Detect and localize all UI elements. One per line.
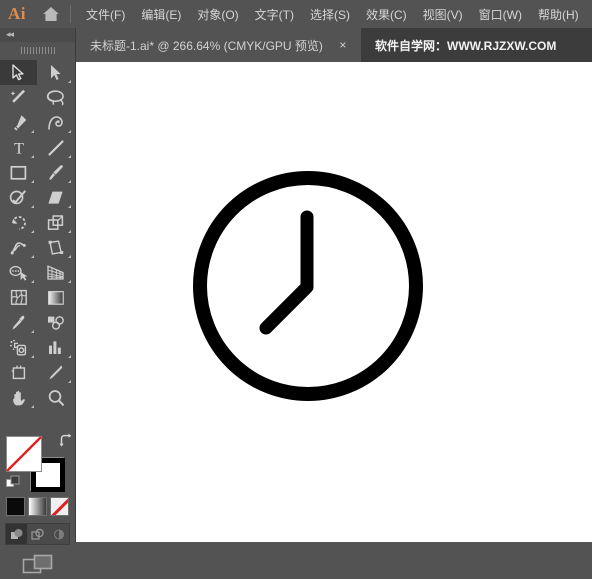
pen-tool[interactable] — [0, 110, 37, 135]
tool-flyout-indicator — [68, 205, 71, 208]
color-controls — [0, 433, 75, 574]
width-tool[interactable] — [0, 235, 37, 260]
menu-effect[interactable]: 效果(C) — [358, 3, 415, 26]
free-transform-tool[interactable] — [37, 235, 74, 260]
hand-tool[interactable] — [0, 385, 37, 410]
color-mode-swatch[interactable] — [6, 497, 25, 516]
tool-flyout-indicator — [68, 180, 71, 183]
eraser-tool[interactable] — [37, 185, 74, 210]
app-logo: Ai — [8, 4, 26, 23]
draw-inside-mode[interactable] — [48, 524, 69, 544]
eyedropper-tool[interactable] — [0, 310, 37, 335]
home-icon[interactable] — [34, 0, 68, 28]
tool-flyout-indicator — [68, 155, 71, 158]
document-tab-title: 未标题-1.ai* @ 266.64% (CMYK/GPU 预览) — [90, 38, 323, 53]
column-graph-tool[interactable] — [37, 335, 74, 360]
shaper-tool[interactable] — [0, 185, 37, 210]
canvas-area[interactable] — [76, 62, 592, 542]
tool-flyout-indicator — [31, 180, 34, 183]
tool-flyout-indicator — [68, 255, 71, 258]
menu-type[interactable]: 文字(T) — [247, 3, 302, 26]
menu-window[interactable]: 窗口(W) — [471, 3, 530, 26]
none-mode-swatch[interactable] — [50, 497, 69, 516]
rectangle-tool[interactable] — [0, 160, 37, 185]
shape-builder-tool[interactable] — [0, 260, 37, 285]
tool-flyout-indicator — [68, 355, 71, 358]
gradient-mode-swatch[interactable] — [28, 497, 47, 516]
line-segment-tool[interactable] — [37, 135, 74, 160]
tool-flyout-indicator — [31, 205, 34, 208]
watermark-text: 软件自学网：WWW.RJZXW.COM — [375, 38, 557, 53]
fill-swatch[interactable] — [6, 436, 42, 472]
mesh-tool[interactable] — [0, 285, 37, 310]
default-fill-stroke-icon[interactable] — [6, 475, 20, 489]
fill-stroke-controls — [6, 433, 74, 492]
selection-tool[interactable] — [0, 60, 37, 85]
tool-flyout-indicator — [31, 230, 34, 233]
swap-fill-stroke-icon[interactable] — [58, 433, 74, 449]
type-tool[interactable]: T — [0, 135, 37, 160]
artboard-tool[interactable] — [0, 360, 37, 385]
tool-flyout-indicator — [31, 330, 34, 333]
draw-normal-mode[interactable] — [6, 524, 27, 544]
draw-behind-mode[interactable] — [27, 524, 48, 544]
menu-divider — [70, 5, 71, 23]
close-icon[interactable]: × — [337, 39, 349, 51]
menu-bar: Ai 文件(F) 编辑(E) 对象(O) 文字(T) 选择(S) 效果(C) 视… — [0, 0, 592, 28]
tool-flyout-indicator — [31, 405, 34, 408]
tool-flyout-indicator — [31, 280, 34, 283]
tool-flyout-indicator — [31, 155, 34, 158]
menu-edit[interactable]: 编辑(E) — [133, 3, 189, 26]
tool-flyout-indicator — [68, 230, 71, 233]
tool-grid: T — [0, 60, 75, 410]
slice-tool[interactable] — [37, 360, 74, 385]
svg-text:T: T — [14, 141, 24, 157]
gradient-tool[interactable] — [37, 285, 74, 310]
collapse-panel-icon[interactable]: ◂◂ — [6, 30, 14, 39]
perspective-grid-tool[interactable] — [37, 260, 74, 285]
clock-icon[interactable] — [76, 62, 592, 542]
document-tab[interactable]: 未标题-1.ai* @ 266.64% (CMYK/GPU 预览) × — [76, 28, 361, 62]
tools-panel: ◂◂ T — [0, 28, 76, 574]
symbol-sprayer-tool[interactable] — [0, 335, 37, 360]
direct-selection-tool[interactable] — [37, 60, 74, 85]
tool-flyout-indicator — [31, 255, 34, 258]
paintbrush-tool[interactable] — [37, 160, 74, 185]
menu-view[interactable]: 视图(V) — [415, 3, 471, 26]
panel-grip[interactable] — [0, 42, 75, 58]
color-mode-row — [6, 497, 69, 516]
scale-tool[interactable] — [37, 210, 74, 235]
menu-help[interactable]: 帮助(H) — [530, 3, 587, 26]
tool-flyout-indicator — [68, 380, 71, 383]
blend-tool[interactable] — [37, 310, 74, 335]
tool-flyout-indicator — [31, 130, 34, 133]
tool-flyout-indicator — [31, 355, 34, 358]
tool-flyout-indicator — [68, 80, 71, 83]
illustrator-window: Ai 文件(F) 编辑(E) 对象(O) 文字(T) 选择(S) 效果(C) 视… — [0, 0, 592, 574]
menu-file[interactable]: 文件(F) — [78, 3, 133, 26]
no-fill-indicator — [6, 436, 42, 472]
lasso-tool[interactable] — [37, 85, 74, 110]
rotate-tool[interactable] — [0, 210, 37, 235]
tab-bar: 未标题-1.ai* @ 266.64% (CMYK/GPU 预览) × 软件自学… — [0, 28, 592, 62]
tool-flyout-indicator — [68, 280, 71, 283]
tools-panel-header: ◂◂ — [0, 28, 75, 42]
curvature-tool[interactable] — [37, 110, 74, 135]
zoom-tool[interactable] — [37, 385, 74, 410]
screen-mode-button[interactable] — [0, 551, 75, 579]
menu-select[interactable]: 选择(S) — [302, 3, 358, 26]
menu-object[interactable]: 对象(O) — [189, 3, 246, 26]
magic-wand-tool[interactable] — [0, 85, 37, 110]
grip-dots — [20, 46, 55, 54]
tool-flyout-indicator — [68, 130, 71, 133]
menu-items: 文件(F) 编辑(E) 对象(O) 文字(T) 选择(S) 效果(C) 视图(V… — [78, 3, 587, 26]
